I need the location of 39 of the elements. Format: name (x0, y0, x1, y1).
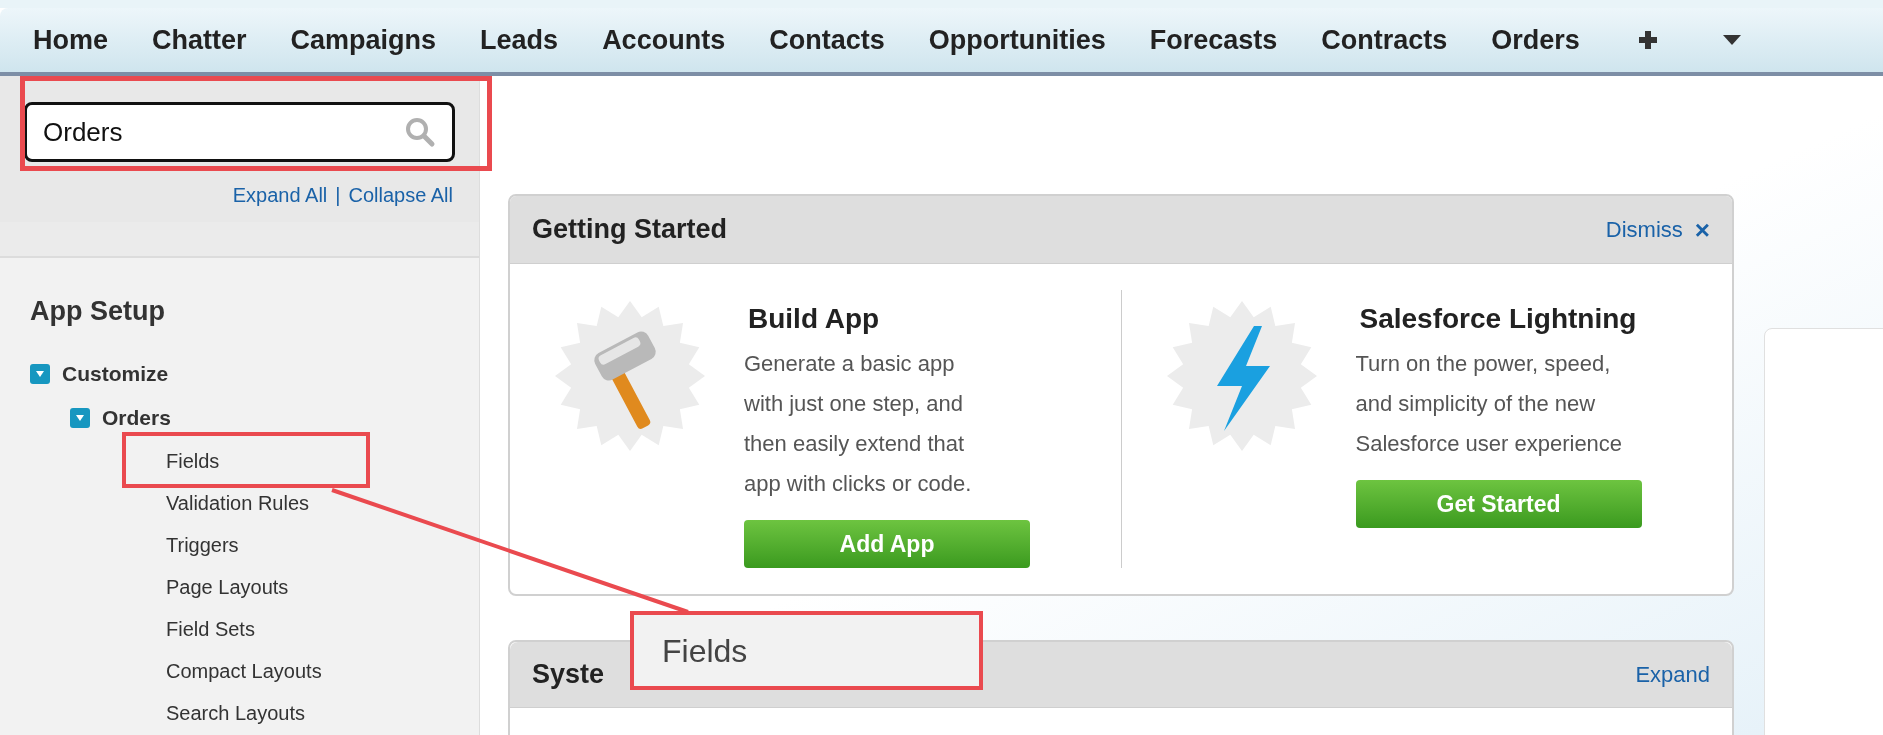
offer-title: Build App (748, 302, 880, 336)
search-field[interactable]: Orders (24, 102, 455, 162)
nav-tab[interactable]: Forecasts (1149, 19, 1278, 61)
collapse-all-link[interactable]: Collapse All (348, 180, 453, 210)
callout-text: Fields (662, 631, 748, 671)
nav-tab[interactable]: Home (33, 19, 108, 61)
tree-link[interactable]: Compact Layouts (166, 655, 322, 686)
nav-tab[interactable]: Accounts (602, 19, 726, 61)
search-icon[interactable] (404, 116, 436, 148)
card-title: Syste (532, 658, 606, 692)
tree-folder[interactable]: Orders (102, 401, 171, 434)
tree-link[interactable]: Search Layouts (166, 697, 305, 728)
card-title: Getting Started (532, 213, 728, 247)
offer-description: Turn on the power, speed, and simplicity of the new Salesforce user experience (1355, 350, 1624, 458)
tree-link[interactable]: Triggers (166, 529, 239, 560)
tree-link[interactable]: Fields (166, 445, 220, 476)
nav-tab[interactable]: Contacts (769, 19, 885, 61)
nav-tab[interactable]: Contracts (1321, 19, 1448, 61)
close-icon[interactable]: × (1694, 216, 1710, 243)
tree-link[interactable]: Page Layouts (166, 571, 289, 602)
nav-tab[interactable]: Campaigns (290, 19, 437, 61)
offer-title: Salesforce Lightning (1359, 302, 1637, 336)
expand-link[interactable]: Expand (1635, 658, 1710, 691)
plus-icon[interactable] (1637, 30, 1658, 50)
nav-tab[interactable]: Opportunities (928, 19, 1106, 61)
nav-tab[interactable]: Chatter (152, 19, 247, 61)
section-title: App Setup (30, 295, 166, 328)
tree-folder[interactable]: Customize (62, 357, 169, 390)
tree-link[interactable]: Validation Rules (166, 487, 310, 518)
toggle-icon[interactable] (30, 363, 50, 384)
toggle-icon[interactable] (70, 407, 90, 428)
offer-description: Generate a basic app with just one step, and then easily extend that app with clicks or code. (744, 350, 973, 498)
nav-tab[interactable]: Orders (1491, 19, 1580, 61)
dismiss-link[interactable]: Dismiss (1605, 213, 1683, 246)
nav-tab[interactable]: Leads (480, 19, 559, 61)
caret-icon[interactable] (1721, 34, 1742, 46)
link-separator: | (335, 183, 341, 208)
expand-all-link[interactable]: Expand All (232, 180, 328, 210)
tree-link[interactable]: Field Sets (166, 613, 255, 644)
